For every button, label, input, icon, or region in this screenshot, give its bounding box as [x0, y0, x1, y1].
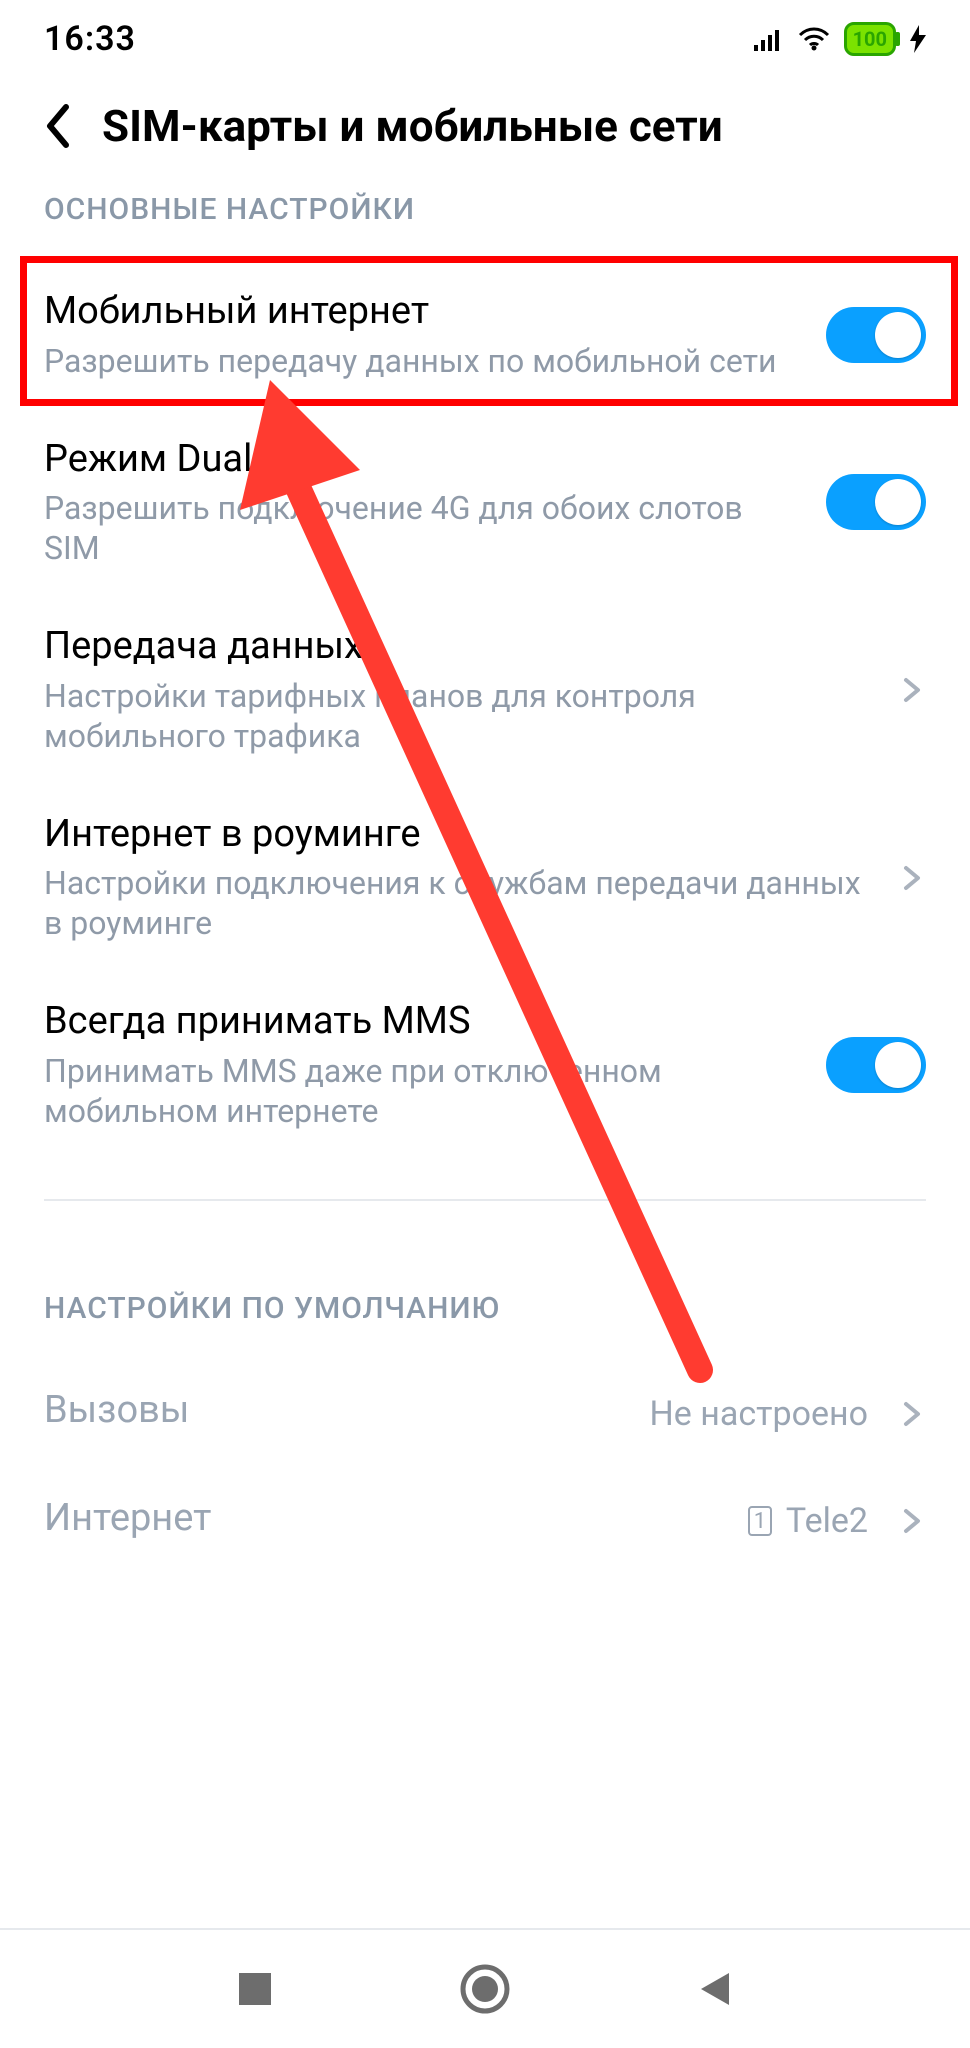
row-calls[interactable]: Вызовы Не настроено — [44, 1360, 926, 1468]
toggle-mms[interactable] — [826, 1037, 926, 1093]
toggle-dual-4g[interactable] — [826, 474, 926, 530]
row-title: Всегда принимать MMS — [44, 999, 806, 1045]
row-subtitle: Принимать MMS даже при отключенном мобил… — [44, 1051, 806, 1131]
row-title: Передача данных — [44, 624, 878, 670]
section-divider — [44, 1199, 926, 1201]
row-mms[interactable]: Всегда принимать MMS Принимать MMS даже … — [44, 971, 926, 1159]
chevron-left-icon — [42, 103, 72, 149]
row-subtitle: Настройки тарифных планов для контроля м… — [44, 676, 878, 756]
back-button[interactable] — [34, 103, 80, 149]
content-area: ОСНОВНЫЕ НАСТРОЙКИ Мобильный интернет Ра… — [0, 174, 970, 1928]
square-icon — [235, 1969, 275, 2009]
triangle-left-icon — [695, 1969, 735, 2009]
nav-home-button[interactable] — [455, 1959, 515, 2019]
toggle-mobile-data[interactable] — [826, 307, 926, 363]
row-value: Не настроено — [650, 1394, 868, 1434]
section-label-default: НАСТРОЙКИ ПО УМОЛЧАНИЮ — [44, 1291, 926, 1326]
row-data-usage[interactable]: Передача данных Настройки тарифных плано… — [44, 596, 926, 784]
row-title: Вызовы — [44, 1388, 630, 1434]
nav-back-button[interactable] — [685, 1959, 745, 2019]
wifi-icon — [798, 27, 830, 51]
battery-icon: 100 — [844, 22, 896, 56]
circle-icon — [459, 1963, 511, 2015]
row-title: Интернет — [44, 1496, 728, 1542]
nav-recents-button[interactable] — [225, 1959, 285, 2019]
battery-percent: 100 — [853, 27, 887, 51]
row-subtitle: Разрешить подключение 4G для обоих слото… — [44, 488, 806, 568]
chevron-right-icon — [898, 864, 926, 892]
charging-bolt-icon — [910, 25, 926, 53]
row-subtitle: Разрешить передачу данных по мобильной с… — [44, 341, 806, 381]
page-header: SIM-карты и мобильные сети — [0, 78, 970, 174]
chevron-right-icon — [898, 1507, 926, 1535]
row-dual-4g[interactable]: Режим Dual 4G Разрешить подключение 4G д… — [44, 409, 926, 597]
row-roaming[interactable]: Интернет в роуминге Настройки подключени… — [44, 784, 926, 972]
chevron-right-icon — [898, 676, 926, 704]
status-time: 16:33 — [44, 19, 136, 59]
status-bar: 16:33 100 — [0, 0, 970, 78]
row-value: 1 Tele2 — [748, 1501, 868, 1541]
cellular-signal-icon — [754, 27, 784, 51]
chevron-right-icon — [898, 1400, 926, 1428]
row-title: Интернет в роуминге — [44, 812, 878, 858]
row-title: Режим Dual 4G — [44, 437, 806, 483]
row-mobile-data[interactable]: Мобильный интернет Разрешить передачу да… — [44, 261, 926, 409]
row-subtitle: Настройки подключения к службам передачи… — [44, 863, 878, 943]
row-internet-default[interactable]: Интернет 1 Tele2 — [44, 1468, 926, 1576]
page-title: SIM-карты и мобильные сети — [102, 100, 723, 152]
row-title: Мобильный интернет — [44, 289, 806, 335]
status-icons: 100 — [754, 22, 926, 56]
section-label-main: ОСНОВНЫЕ НАСТРОЙКИ — [44, 192, 926, 227]
sim-slot-badge: 1 — [748, 1506, 772, 1536]
system-nav-bar — [0, 1928, 970, 2048]
